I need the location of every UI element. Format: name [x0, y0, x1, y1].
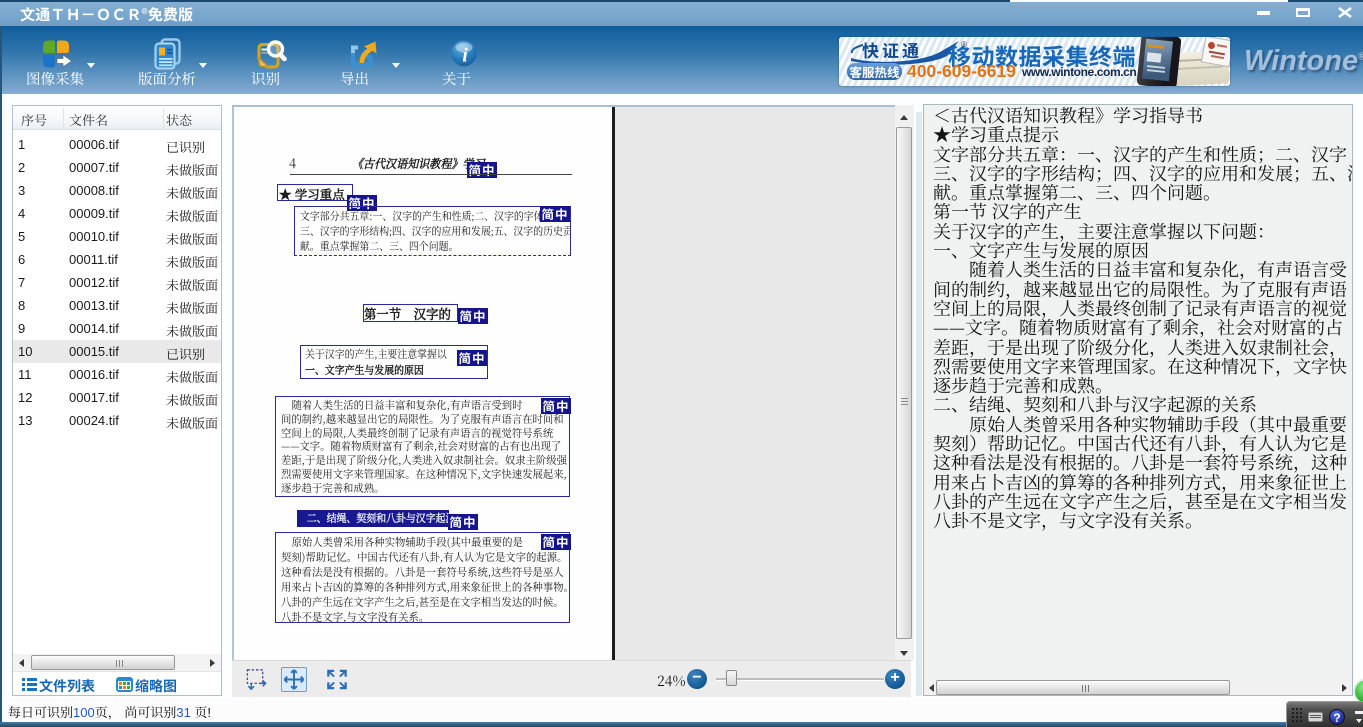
svg-text:i: i [462, 45, 468, 67]
svg-text:快证通: 快证通 [862, 39, 922, 62]
